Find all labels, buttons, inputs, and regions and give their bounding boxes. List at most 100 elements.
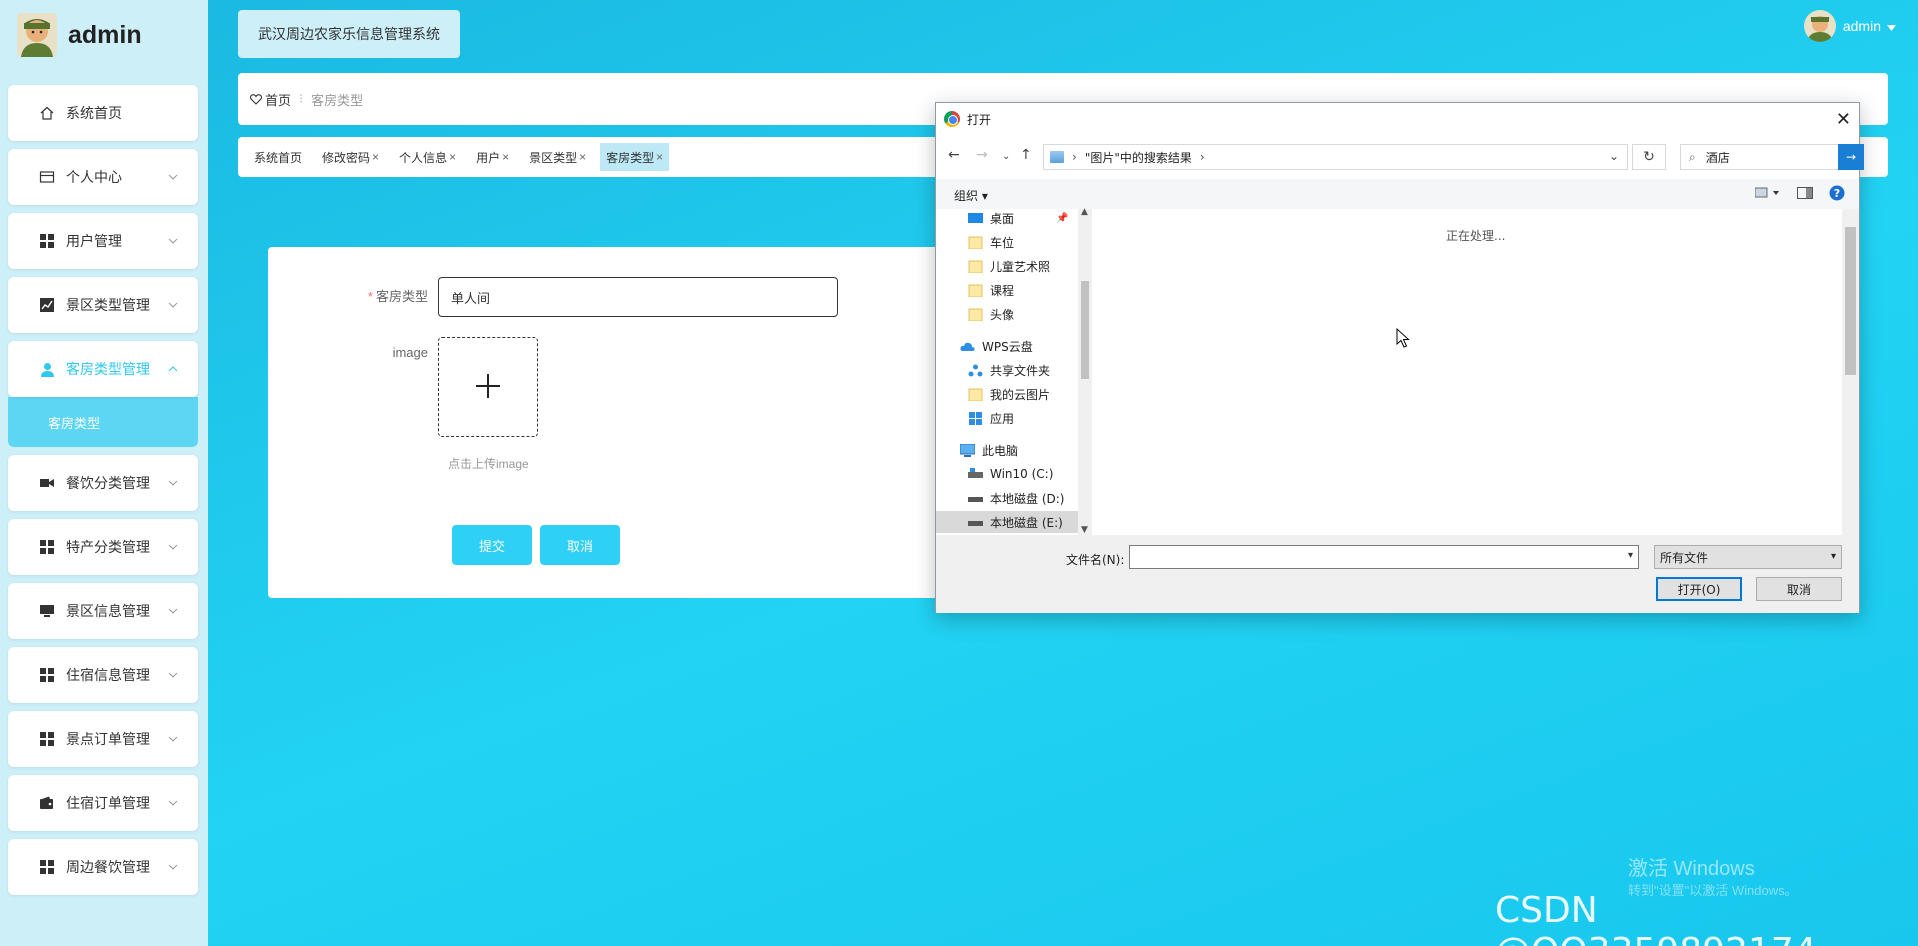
nav-item-drive-e[interactable]: 本地磁盘 (E:) [936,511,1078,533]
up-arrow-icon[interactable]: ↑ [1020,147,1032,163]
file-list-scrollbar[interactable] [1842,209,1859,535]
grid-icon [38,666,56,684]
nav-item-label: 车位 [990,235,1015,250]
brand-name: admin [68,20,142,49]
nav-pane-scrollbar[interactable]: ▲ ▼ [1078,207,1092,535]
sidebar-item-label: 系统首页 [66,105,122,121]
sidebar-item-scenic-type[interactable]: 景区类型管理 [8,277,198,333]
chevron-down-icon [168,475,178,490]
nav-item-drive-d[interactable]: 本地磁盘 (D:) [968,487,1064,509]
user-menu[interactable]: admin [1803,10,1896,42]
home-icon [38,104,56,122]
tag-label: 客房类型 [606,150,655,165]
tag-home[interactable]: 系统首页 [248,143,308,171]
nav-item-label: 本地磁盘 (D:) [990,491,1065,506]
nav-item-drive-c[interactable]: Win10 (C:) [968,463,1053,485]
file-list-pane[interactable]: 正在处理... [1096,209,1838,535]
nav-item-wps-cloud[interactable]: WPS云盘 [960,335,1033,357]
sidebar-item-profile[interactable]: 个人中心 [8,149,198,205]
folder-icon [968,260,983,273]
sidebar-item-label: 餐饮分类管理 [66,475,150,491]
nav-item-label: 共享文件夹 [990,363,1051,378]
sidebar-item-label: 景点订单管理 [66,731,150,747]
sidebar-item-lodging-orders[interactable]: 住宿订单管理 [8,775,198,831]
sidebar-item-lodging-info[interactable]: 住宿信息管理 [8,647,198,703]
sidebar-item-scenic-info[interactable]: 景区信息管理 [8,583,198,639]
room-type-input[interactable] [438,277,838,317]
filename-dropdown-icon[interactable]: ▾ [1628,550,1633,561]
nav-item-folder[interactable]: 头像 [968,303,1014,325]
tag-scenic-type[interactable]: 景区类型 × [523,143,592,171]
forward-arrow-icon[interactable]: → [976,147,988,163]
scroll-down-icon[interactable]: ▼ [1081,525,1088,535]
view-mode-icon[interactable] [1754,187,1781,202]
submit-button[interactable]: 提交 [452,525,532,565]
sidebar-item-users[interactable]: 用户管理 [8,213,198,269]
nav-item-folder[interactable]: 儿童艺术照 [968,255,1050,277]
sidebar-item-label: 周边餐饮管理 [66,859,150,875]
address-dropdown-icon[interactable]: ⌄ [1609,149,1619,163]
preview-pane-icon[interactable] [1797,187,1813,202]
sidebar-item-room-type[interactable]: 客房类型管理 [8,341,198,397]
nav-item-apps[interactable]: 应用 [968,407,1014,429]
breadcrumb-home[interactable]: 首页 [250,90,291,109]
breadcrumb-home-label: 首页 [265,92,292,108]
organize-menu[interactable]: 组织 ▾ [954,187,988,204]
nav-item-folder[interactable]: 我的云图片 [968,383,1050,405]
recent-dropdown-icon[interactable]: ⌄ [1002,151,1010,162]
tag-users[interactable]: 用户 × [470,143,515,171]
close-icon[interactable]: × [579,150,586,164]
folder-icon [968,236,983,249]
close-icon[interactable]: × [656,150,663,164]
nav-item-desktop[interactable]: 桌面 📌 [968,209,1068,229]
drive-icon [968,496,983,502]
nav-item-folder[interactable]: 课程 [968,279,1014,301]
processing-status: 正在处理... [1446,229,1506,243]
search-go-icon[interactable]: → [1838,144,1864,170]
refresh-icon[interactable]: ↻ [1632,144,1666,170]
search-box[interactable]: ⌕ 酒店 ✕ [1680,144,1858,170]
tag-label: 用户 [476,150,501,165]
tag-profile[interactable]: 个人信息 × [393,143,462,171]
chevron-right-icon: › [1199,150,1205,164]
address-bar[interactable]: › "图片"中的搜索结果 › ⌄ [1043,144,1628,170]
nav-pane-scroll-thumb[interactable] [1081,281,1089,379]
sidebar-item-scenic-orders[interactable]: 景点订单管理 [8,711,198,767]
submenu-item-room-type[interactable]: 客房类型 [8,397,198,447]
sidebar-item-nearby-dining[interactable]: 周边餐饮管理 [8,839,198,895]
tag-room-type[interactable]: 客房类型 × [600,143,670,171]
nav-item-label: 应用 [990,411,1015,426]
close-icon[interactable]: × [502,150,509,164]
close-icon[interactable]: × [372,150,379,164]
chevron-down-icon [168,539,178,554]
scroll-up-icon[interactable]: ▲ [1081,207,1088,217]
nav-item-label: 本地磁盘 (E:) [990,515,1063,530]
chevron-down-icon [168,297,178,312]
tag-label: 修改密码 [322,150,371,165]
close-icon[interactable]: × [449,150,456,164]
sidebar-item-home[interactable]: 系统首页 [8,85,198,141]
back-arrow-icon[interactable]: ← [948,147,960,163]
folder-icon [968,284,983,297]
tag-change-password[interactable]: 修改密码 × [316,143,385,171]
filename-input[interactable]: ▾ [1129,545,1639,569]
room-type-label: * 客房类型 [268,277,438,317]
nav-item-label: WPS云盘 [982,339,1033,354]
nav-item-shared[interactable]: 共享文件夹 [968,359,1050,381]
image-uploader[interactable] [438,337,538,437]
filetype-select[interactable]: 所有文件 ▾ [1654,545,1842,569]
breadcrumb-separator: ⁝ [299,91,304,106]
dialog-cancel-button[interactable]: 取消 [1756,577,1842,601]
nav-item-this-pc[interactable]: 此电脑 [960,439,1018,461]
sidebar-item-dining-category[interactable]: 餐饮分类管理 [8,455,198,511]
dialog-close-icon[interactable]: ✕ [1836,109,1851,130]
chevron-down-icon [168,233,178,248]
open-button[interactable]: 打开(O) [1656,577,1742,601]
help-icon[interactable]: ? [1829,185,1845,204]
nav-item-folder[interactable]: 车位 [968,231,1014,253]
cloud-icon [960,342,975,351]
file-list-scroll-thumb[interactable] [1845,227,1856,375]
cancel-button[interactable]: 取消 [540,525,620,565]
nav-item-label: 课程 [990,283,1015,298]
sidebar-item-specialty-category[interactable]: 特产分类管理 [8,519,198,575]
